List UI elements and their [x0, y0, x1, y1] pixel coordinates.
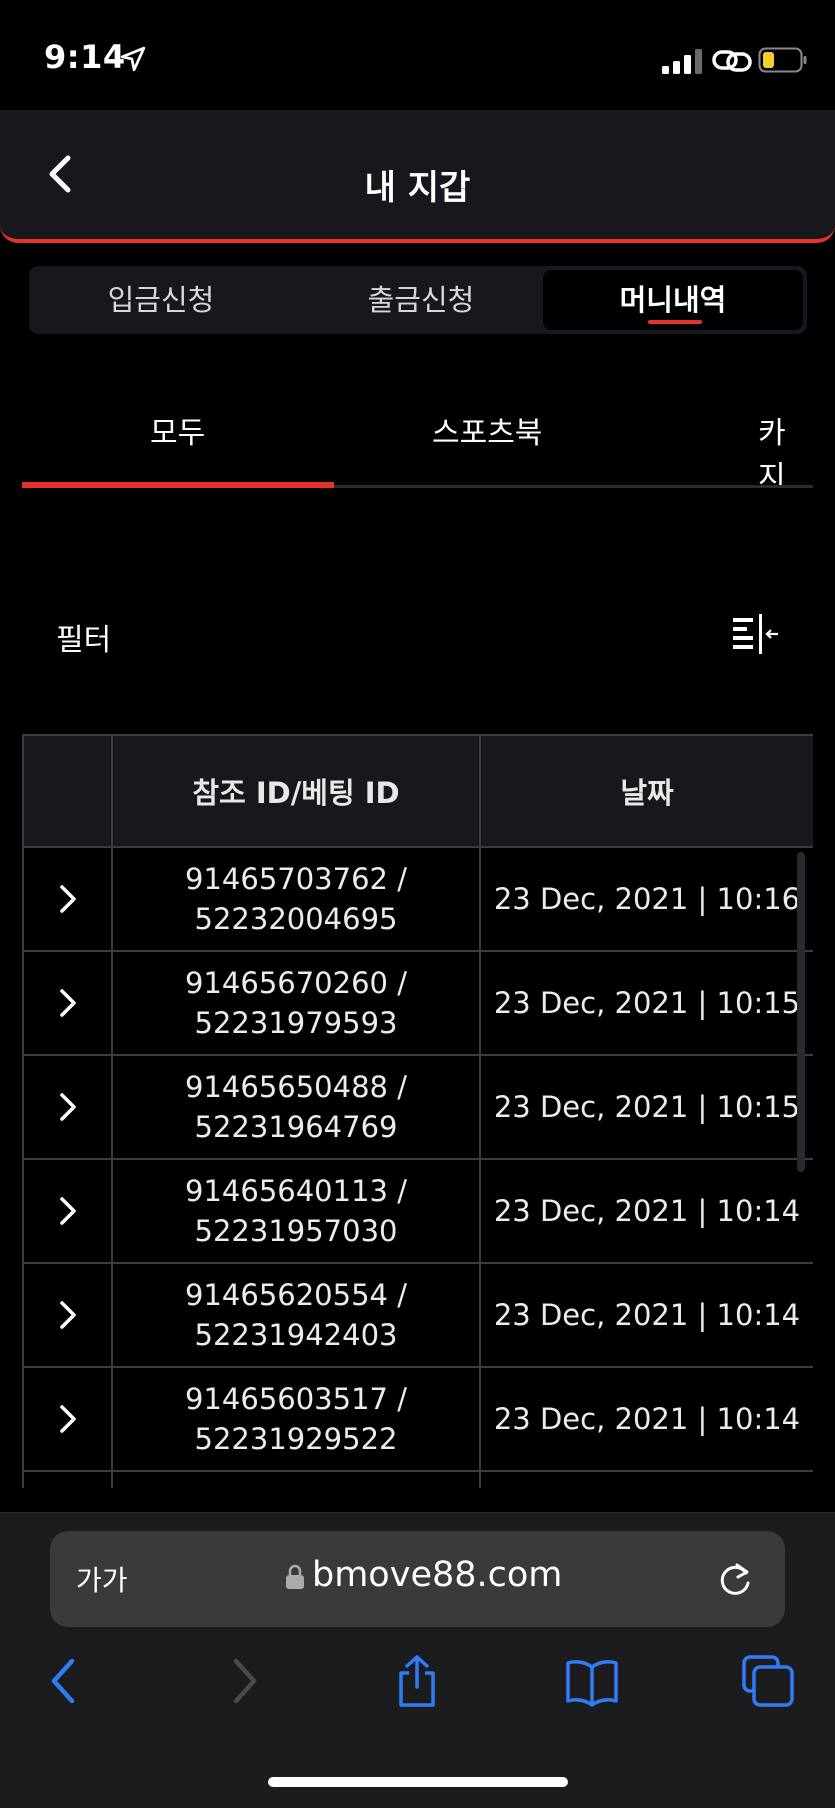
chevron-right-icon	[59, 1301, 76, 1329]
url-text[interactable]: bmove88.com	[312, 1555, 562, 1595]
table-row[interactable]: 91465650488 / 52231964769 23 Dec, 2021 |…	[22, 1054, 813, 1160]
ref-bet-id-cell: 91465670260 / 52231979593	[111, 950, 481, 1056]
chevron-right-icon	[59, 1405, 76, 1433]
partial-cell	[111, 1470, 481, 1488]
table-row[interactable]: 91465703762 / 52232004695 23 Dec, 2021 |…	[22, 846, 813, 952]
bet-id: 52231964769	[194, 1110, 398, 1144]
table-row[interactable]: 91465620554 / 52231942403 23 Dec, 2021 |…	[22, 1262, 813, 1368]
bet-id: 52231929522	[194, 1422, 398, 1456]
forward-nav-icon[interactable]	[216, 1653, 272, 1709]
hotspot-link-icon	[712, 50, 752, 72]
status-bar: 9:14	[0, 0, 835, 110]
bet-id: 52231957030	[194, 1214, 398, 1248]
ref-id: 91465703762 /	[185, 862, 407, 896]
expand-row-button[interactable]	[22, 846, 113, 952]
date-cell: 23 Dec, 2021 | 10:15	[479, 950, 813, 1056]
date-cell: 23 Dec, 2021 | 10:16	[479, 846, 813, 952]
category-tabs: 모두 스포츠북 카지	[22, 388, 813, 488]
ref-bet-id-cell: 91465650488 / 52231964769	[111, 1054, 481, 1160]
ref-id: 91465603517 /	[185, 1382, 407, 1416]
date-cell: 23 Dec, 2021 | 10:15	[479, 1054, 813, 1160]
chevron-right-icon	[59, 1093, 76, 1121]
table-scrollbar[interactable]	[797, 852, 805, 1172]
browser-toolbar: 가가 bmove88.com	[0, 1512, 835, 1808]
expand-row-button[interactable]	[22, 1158, 113, 1264]
expand-row-button[interactable]	[22, 1054, 113, 1160]
date-cell: 23 Dec, 2021 | 10:14	[479, 1158, 813, 1264]
expand-row-button[interactable]	[22, 1262, 113, 1368]
back-nav-icon[interactable]	[36, 1653, 92, 1709]
ref-bet-id-cell: 91465620554 / 52231942403	[111, 1262, 481, 1368]
cellular-signal-icon	[662, 49, 702, 74]
home-indicator	[268, 1777, 568, 1787]
ref-bet-id-cell: 91465640113 / 52231957030	[111, 1158, 481, 1264]
bookmarks-icon[interactable]	[564, 1653, 620, 1709]
ref-bet-id-cell: 91465703762 / 52232004695	[111, 846, 481, 952]
date-cell: 23 Dec, 2021 | 10:14	[479, 1262, 813, 1368]
expand-row-button[interactable]	[22, 1366, 113, 1472]
bet-id: 52231979593	[194, 1006, 398, 1040]
chevron-right-icon	[59, 989, 76, 1017]
bet-id: 52232004695	[194, 902, 398, 936]
page-title: 내 지갑	[364, 168, 471, 208]
active-tab-indicator	[648, 320, 702, 324]
expand-column-header	[22, 734, 113, 848]
address-bar[interactable]: 가가 bmove88.com	[50, 1531, 785, 1627]
ref-bet-id-cell: 91465603517 / 52231929522	[111, 1366, 481, 1472]
tab-money-history-label: 머니내역	[619, 283, 727, 317]
category-tab-casino[interactable]: 카지	[758, 408, 813, 488]
table-row[interactable]: 91465640113 / 52231957030 23 Dec, 2021 |…	[22, 1158, 813, 1264]
share-icon[interactable]	[389, 1653, 445, 1709]
ref-id: 91465650488 /	[185, 1070, 407, 1104]
date-column-header: 날짜	[479, 734, 813, 848]
tab-deposit-request[interactable]: 입금신청	[33, 270, 289, 330]
table-header-row: 참조 ID/베팅 ID 날짜	[22, 734, 813, 848]
date-cell: 23 Dec, 2021 | 10:14	[479, 1366, 813, 1472]
money-history-table: 참조 ID/베팅 ID 날짜 91465703762 / 52232004695…	[22, 734, 813, 1488]
category-active-indicator	[22, 482, 334, 488]
chevron-right-icon	[59, 885, 76, 913]
expand-row-button[interactable]	[22, 950, 113, 1056]
ref-id: 91465670260 /	[185, 966, 407, 1000]
table-row[interactable]: 91465670260 / 52231979593 23 Dec, 2021 |…	[22, 950, 813, 1056]
partial-cell	[22, 1470, 113, 1488]
bet-id: 52231942403	[194, 1318, 398, 1352]
reload-icon[interactable]	[715, 1559, 755, 1599]
tab-withdraw-request[interactable]: 출금신청	[293, 270, 549, 330]
table-row[interactable]: 91465603517 / 52231929522 23 Dec, 2021 |…	[22, 1366, 813, 1472]
ref-id-column-header: 참조 ID/베팅 ID	[111, 734, 481, 848]
ref-id: 91465640113 /	[185, 1174, 407, 1208]
app-header: 내 지갑	[0, 110, 835, 243]
filter-toggle-icon[interactable]	[730, 612, 780, 656]
partial-cell	[479, 1470, 813, 1488]
lock-icon	[286, 1564, 304, 1589]
table-row-partial[interactable]	[22, 1470, 813, 1488]
location-arrow-icon	[120, 46, 146, 72]
battery-icon	[758, 47, 807, 73]
chevron-right-icon	[59, 1197, 76, 1225]
tab-money-history[interactable]: 머니내역	[543, 270, 803, 330]
ref-id: 91465620554 /	[185, 1278, 407, 1312]
category-tab-sportsbook[interactable]: 스포츠북	[432, 408, 542, 452]
text-size-button[interactable]: 가가	[76, 1559, 128, 1599]
wallet-segment-tabs: 입금신청 출금신청 머니내역	[29, 266, 807, 334]
status-time: 9:14	[44, 38, 126, 76]
filter-label: 필터	[56, 623, 112, 658]
tabs-icon[interactable]	[740, 1653, 796, 1709]
category-tab-all[interactable]: 모두	[150, 408, 205, 452]
